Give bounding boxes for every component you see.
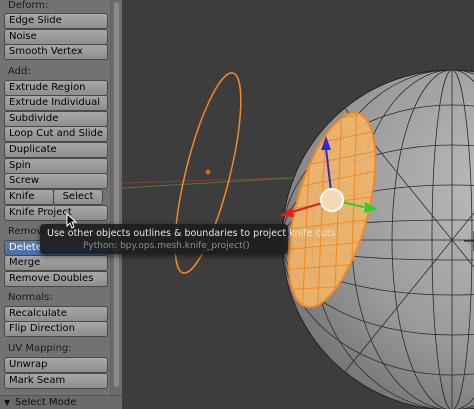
spin-button[interactable]: Spin — [4, 158, 108, 174]
loop-cut-and-slide-button[interactable]: Loop Cut and Slide — [4, 126, 108, 142]
merge-button[interactable]: Merge — [4, 255, 108, 271]
section-deform-label: Deform: — [8, 0, 49, 11]
mouse-pointer-icon — [66, 213, 78, 229]
viewport-scene — [122, 69, 474, 409]
extrude-region-button[interactable]: Extrude Region — [4, 80, 108, 96]
mark-seam-button[interactable]: Mark Seam — [4, 373, 108, 389]
section-uv-mapping-label: UV Mapping: — [8, 343, 72, 354]
knife-select-button[interactable]: Select — [53, 189, 103, 205]
section-normals-label: Normals: — [8, 292, 53, 303]
toolshelf-panel: Deform: Edge Slide Noise Smooth Vertex A… — [0, 0, 110, 409]
subdivide-button[interactable]: Subdivide — [4, 111, 108, 127]
extrude-individual-button[interactable]: Extrude Individual — [4, 95, 108, 111]
object-origin-dot — [205, 169, 211, 175]
screw-button[interactable]: Screw — [4, 173, 108, 189]
noise-button[interactable]: Noise — [4, 29, 108, 45]
edge-slide-button[interactable]: Edge Slide — [4, 13, 108, 29]
duplicate-button[interactable]: Duplicate — [4, 142, 108, 158]
section-add-label: Add: — [8, 66, 31, 77]
tooltip-description: Use other objects outlines & boundaries … — [47, 228, 336, 239]
select-mode-panel-header[interactable]: ▼ Select Mode — [0, 395, 122, 409]
smooth-vertex-button[interactable]: Smooth Vertex — [4, 44, 108, 60]
flip-direction-button[interactable]: Flip Direction — [4, 321, 108, 337]
scrollbar-thumb[interactable] — [114, 2, 119, 387]
knife-button[interactable]: Knife — [4, 189, 54, 205]
collapse-triangle-icon[interactable]: ▼ — [4, 396, 10, 409]
tooltip-python-path: Python: bpy.ops.mesh.knife_project() — [83, 241, 250, 251]
recalculate-button[interactable]: Recalculate — [4, 306, 108, 322]
y-axis-line — [122, 177, 293, 189]
3d-viewport[interactable] — [122, 0, 474, 409]
select-mode-label: Select Mode — [15, 397, 77, 408]
unwrap-button[interactable]: Unwrap — [4, 357, 108, 373]
remove-doubles-button[interactable]: Remove Doubles — [4, 271, 108, 287]
knife-project-button[interactable]: Knife Project — [4, 205, 108, 221]
